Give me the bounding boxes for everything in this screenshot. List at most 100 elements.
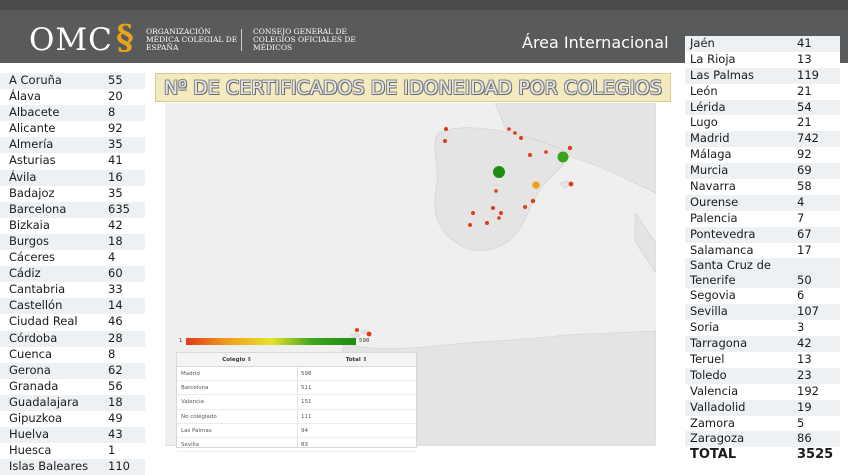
table-row: Las Palmas 119 xyxy=(685,67,840,84)
colegio-name: Toledo xyxy=(690,367,727,382)
map-land-iberia xyxy=(434,127,568,252)
colegio-count: 6 xyxy=(797,288,805,303)
grid-cell-total: 83 xyxy=(301,441,308,448)
table-row: Castellón 14 xyxy=(0,298,145,315)
colegio-name: Cáceres xyxy=(9,250,56,265)
colegio-count: 56 xyxy=(108,378,123,393)
colegio-name: Álava xyxy=(9,89,41,104)
map-marker-madrid xyxy=(493,166,505,178)
colegio-name: Gipuzkoa xyxy=(9,410,63,425)
grid-cell-colegio: Valencia xyxy=(181,399,205,406)
colegio-count: 67 xyxy=(797,226,812,241)
colegio-count: 60 xyxy=(108,266,123,281)
grid-cell-colegio: No colegiado xyxy=(181,413,217,420)
table-row: Santa Cruz de Tenerife 50 xyxy=(685,258,840,289)
colegio-name: Tarragona xyxy=(690,336,748,351)
table-row: Segovia 6 xyxy=(685,288,840,305)
colegio-name: Ávila xyxy=(9,169,37,184)
total-value: 3525 xyxy=(797,447,834,463)
colegio-name: Pontevedra xyxy=(690,226,756,241)
org-name-secondary: CONSEJO GENERAL DE COLEGIOS OFICIALES DE… xyxy=(253,27,356,52)
colegio-name: Huesca xyxy=(9,443,52,458)
colegio-count: 17 xyxy=(797,242,812,257)
colegio-count: 33 xyxy=(108,282,123,297)
colegio-name: Gerona xyxy=(9,362,51,377)
grid-row: Sevilla 83 xyxy=(177,438,416,453)
colegio-name: Zaragoza xyxy=(690,431,745,446)
colegio-name: Palencia xyxy=(690,210,738,225)
map-marker xyxy=(491,206,495,210)
colegio-grid: Colegio ⇕ Total ⇕ Madrid 598 Barcelona 511 V… xyxy=(176,352,417,453)
colegio-count: 92 xyxy=(108,121,123,136)
colegio-name: Madrid xyxy=(690,131,730,146)
table-row: Almería 35 xyxy=(0,137,145,154)
omc-logo: OMC xyxy=(29,22,113,58)
grid-cell-colegio: Sevilla xyxy=(181,441,200,448)
colegio-name: Almería xyxy=(9,137,54,152)
grid-row: Madrid 598 xyxy=(177,367,416,382)
colegio-count: 54 xyxy=(797,99,812,114)
colegio-count: 58 xyxy=(797,179,812,194)
map-marker xyxy=(444,127,448,131)
table-row: Madrid 742 xyxy=(685,131,840,148)
table-row: Soria 3 xyxy=(685,320,840,337)
colegio-count: 107 xyxy=(797,304,819,319)
color-scale-bar xyxy=(186,338,356,345)
colegio-count: 35 xyxy=(108,137,123,152)
colegio-count: 16 xyxy=(108,169,123,184)
colegio-name: Teruel xyxy=(690,352,725,367)
colegio-name: Valladolid xyxy=(690,399,746,414)
table-row: Sevilla 107 xyxy=(685,304,840,321)
colegio-name: Salamanca xyxy=(690,242,754,257)
colegio-count: 8 xyxy=(108,105,116,120)
colegio-count: 62 xyxy=(108,362,123,377)
table-row: Lugo 21 xyxy=(685,115,840,132)
map-marker xyxy=(567,145,573,151)
map-marker xyxy=(468,223,472,227)
header-divider xyxy=(241,29,242,51)
colegio-name: Valencia xyxy=(690,383,739,398)
map-marker xyxy=(485,221,489,225)
table-row: Guadalajara 18 xyxy=(0,394,145,411)
grid-header-total[interactable]: Total ⇕ xyxy=(297,357,416,363)
omc-logo-symbol: § xyxy=(116,18,134,58)
right-colegios-table: Jaén 41 La Rioja 13 Las Palmas 119 León 21 Lérid… xyxy=(685,36,840,466)
scale-max-label: 598 xyxy=(359,338,370,344)
table-row: Cuenca 8 xyxy=(0,346,145,363)
colegio-count: 19 xyxy=(797,399,812,414)
grid-row: Valencia 151 xyxy=(177,395,416,410)
colegio-count: 13 xyxy=(797,352,812,367)
colegio-name: Cantabria xyxy=(9,282,66,297)
table-row: Valencia 192 xyxy=(685,383,840,400)
colegio-count: 1 xyxy=(108,443,116,458)
map-marker xyxy=(523,205,527,209)
colegio-name: Soria xyxy=(690,320,720,335)
area-title: Área Internacional xyxy=(522,33,669,52)
colegio-name: Barcelona xyxy=(9,201,67,216)
grid-cell-total: 94 xyxy=(301,427,308,434)
map-marker xyxy=(471,211,475,215)
colegio-name: Burgos xyxy=(9,233,50,248)
table-row: Gipuzkoa 49 xyxy=(0,410,145,428)
grid-header-colegio[interactable]: Colegio ⇕ xyxy=(177,357,297,363)
map-marker xyxy=(366,331,372,337)
table-row: Albacete 8 xyxy=(0,105,145,122)
grid-row: Las Palmas 94 xyxy=(177,424,416,438)
colegio-count: 41 xyxy=(108,153,123,168)
colegio-name: La Rioja xyxy=(690,51,736,66)
table-row: Granada 56 xyxy=(0,378,145,395)
colegio-name: Sevilla xyxy=(690,304,728,319)
map-marker xyxy=(507,127,511,131)
map-marker xyxy=(568,181,574,187)
table-row: Tarragona 42 xyxy=(685,336,840,353)
colegio-count: 69 xyxy=(797,163,812,178)
grid-row: No colegiado 111 xyxy=(177,410,416,424)
grid-cell-total: 151 xyxy=(301,399,312,406)
colegio-count: 110 xyxy=(108,459,130,474)
map-land-canarias xyxy=(350,329,369,339)
colegio-count: 742 xyxy=(797,131,819,146)
grid-cell-colegio: Barcelona xyxy=(181,385,209,392)
colegio-name: Ciudad Real xyxy=(9,314,78,329)
table-row: Asturias 41 xyxy=(0,153,145,170)
table-row: Córdoba 28 xyxy=(0,330,145,347)
